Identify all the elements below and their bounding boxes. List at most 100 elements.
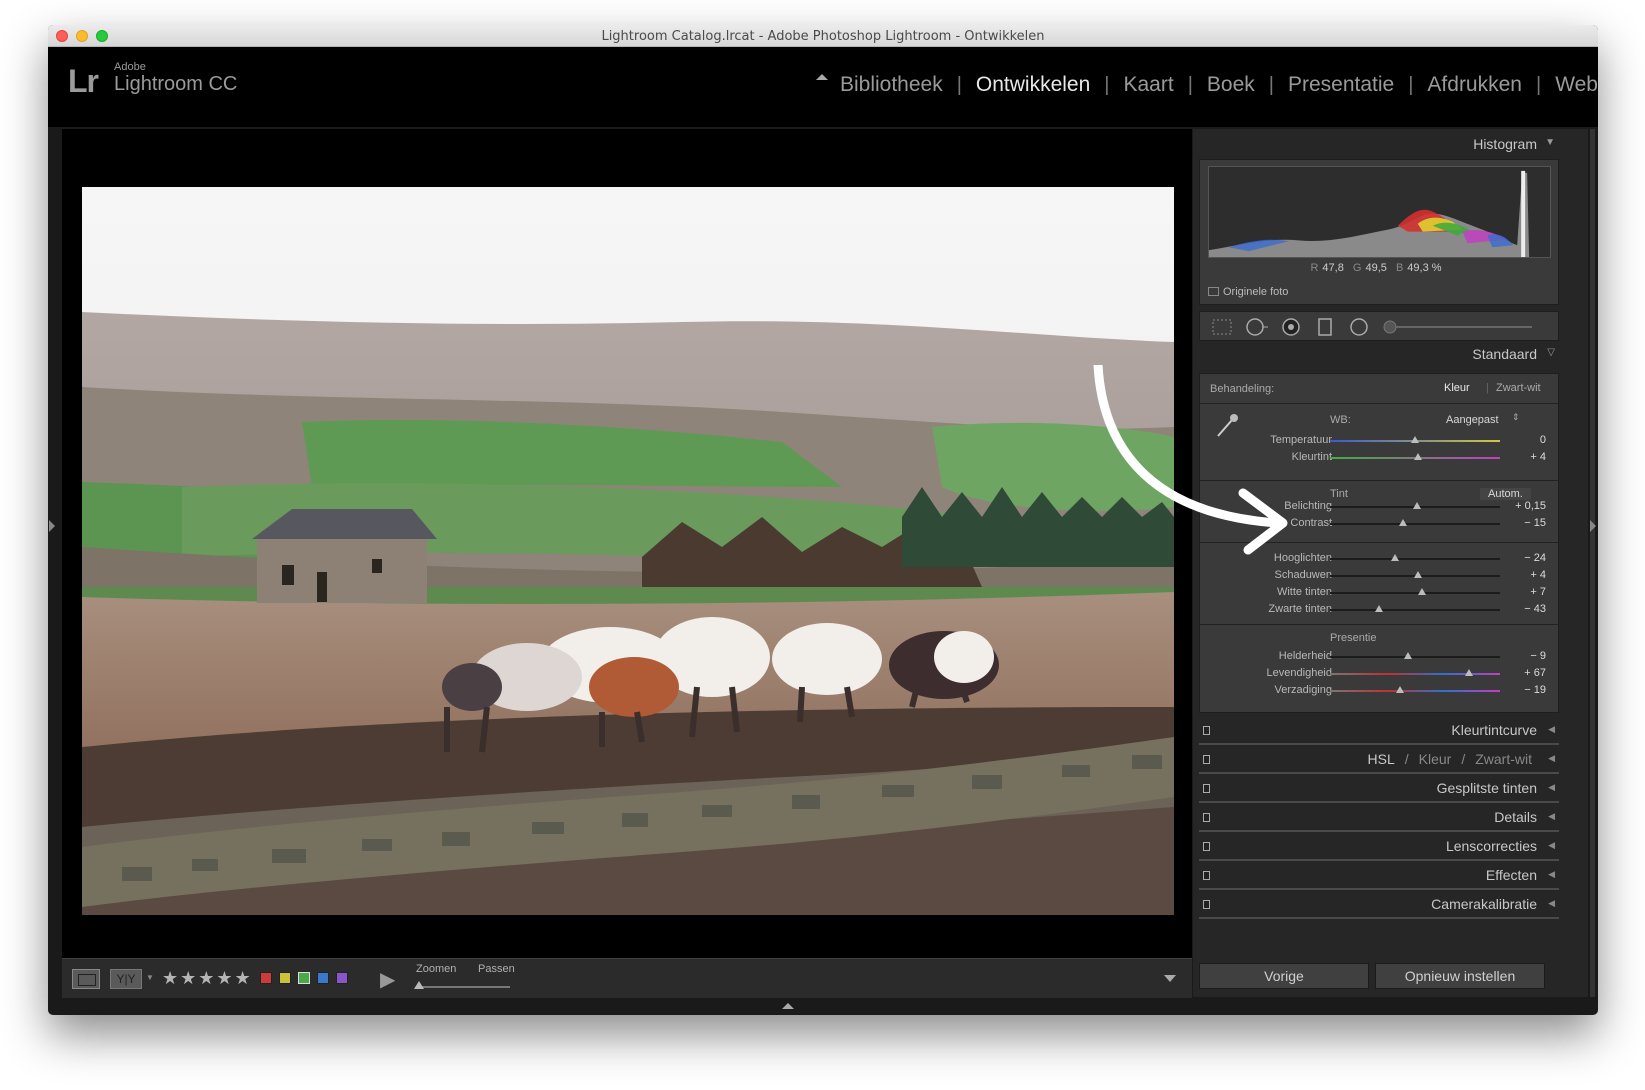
chevron-down-icon[interactable]: ▼ <box>146 973 154 982</box>
panel-switch-icon[interactable] <box>1203 755 1210 764</box>
slider-thumb[interactable] <box>1399 519 1408 526</box>
expand-triangle-icon: ◀ <box>1548 811 1555 821</box>
module-presentatie[interactable]: Presentatie <box>1288 73 1394 97</box>
adjustment-brush-icon[interactable] <box>1382 317 1542 337</box>
crop-overlay-icon[interactable] <box>1210 317 1234 337</box>
play-icon[interactable]: ▶ <box>380 967 395 992</box>
treatment-bw-option[interactable]: Zwart-wit <box>1496 382 1541 394</box>
slider-value[interactable]: + 4 <box>1530 569 1546 581</box>
panel-kleurtintcurve[interactable]: Kleurtintcurve ◀ <box>1199 717 1559 745</box>
expand-triangle-icon: ◀ <box>1548 753 1555 763</box>
slider-helderheid[interactable]: Helderheid − 9 <box>1200 648 1558 666</box>
slider-thumb[interactable] <box>1465 669 1474 676</box>
module-boek[interactable]: Boek <box>1207 73 1255 97</box>
collapse-top-panel-icon[interactable] <box>816 74 828 80</box>
module-ontwikkelen[interactable]: Ontwikkelen <box>976 73 1090 97</box>
photo-preview[interactable] <box>82 187 1174 915</box>
image-canvas <box>62 129 1192 997</box>
panel-details[interactable]: Details ◀ <box>1199 804 1559 832</box>
slider-thumb[interactable] <box>1414 453 1423 460</box>
zoom-slider-thumb[interactable] <box>414 981 424 989</box>
fit-label[interactable]: Passen <box>478 963 515 975</box>
zoom-label[interactable]: Zoomen <box>416 963 456 975</box>
zoom-slider[interactable] <box>418 986 510 988</box>
brand-product-name: Lightroom CC <box>114 73 238 95</box>
slider-track[interactable] <box>1330 673 1500 675</box>
wb-preset-select[interactable]: Aangepast <box>1446 414 1499 426</box>
module-afdrukken[interactable]: Afdrukken <box>1427 73 1522 97</box>
slider-levendigheid[interactable]: Levendigheid + 67 <box>1200 665 1558 683</box>
treatment-color-option[interactable]: Kleur <box>1444 382 1470 394</box>
slider-schaduwen[interactable]: Schaduwen + 4 <box>1200 567 1558 585</box>
slider-value[interactable]: − 9 <box>1530 650 1546 662</box>
rgb-readout: R 47,8 G 49,5 B 49,3 % <box>1310 262 1442 274</box>
panel-switch-icon[interactable] <box>1203 842 1210 851</box>
slider-track[interactable] <box>1330 592 1500 594</box>
expand-triangle-icon: ◀ <box>1548 724 1555 734</box>
panel-switch-icon[interactable] <box>1203 784 1210 793</box>
slider-value[interactable]: + 7 <box>1530 586 1546 598</box>
slider-thumb[interactable] <box>1411 436 1419 443</box>
slider-thumb[interactable] <box>1404 652 1413 659</box>
slider-thumb[interactable] <box>1375 605 1384 612</box>
color-label-yellow[interactable] <box>279 972 291 984</box>
lightroom-window: Lightroom Catalog.lrcat - Adobe Photosho… <box>48 25 1598 1015</box>
panel-gesplitste-tinten[interactable]: Gesplitste tinten ◀ <box>1199 775 1559 803</box>
panel-lenscorrecties[interactable]: Lenscorrecties ◀ <box>1199 833 1559 861</box>
slider-value[interactable]: − 43 <box>1524 603 1546 615</box>
slider-zwarte-tinten[interactable]: Zwarte tinten − 43 <box>1200 601 1558 619</box>
slider-value[interactable]: + 67 <box>1524 667 1546 679</box>
right-panel-toggle-icon[interactable] <box>1590 520 1596 532</box>
before-after-button[interactable]: Y|Y <box>110 969 142 989</box>
slider-track[interactable] <box>1330 609 1500 611</box>
spot-removal-icon[interactable] <box>1244 317 1270 337</box>
slider-value[interactable]: − 15 <box>1524 517 1546 529</box>
slider-value[interactable]: + 0,15 <box>1515 500 1546 512</box>
color-label-purple[interactable] <box>336 972 348 984</box>
slider-witte-tinten[interactable]: Witte tinten + 7 <box>1200 584 1558 602</box>
collapse-bottom-panel-icon[interactable] <box>782 1003 794 1009</box>
toolbar-content-dropdown-icon[interactable] <box>1164 975 1176 982</box>
slider-verzadiging[interactable]: Verzadiging − 19 <box>1200 682 1558 700</box>
slider-track[interactable] <box>1330 558 1500 560</box>
slider-track[interactable] <box>1330 656 1500 658</box>
slider-value[interactable]: − 24 <box>1524 552 1546 564</box>
slider-track[interactable] <box>1330 523 1500 525</box>
panel-switch-icon[interactable] <box>1203 900 1210 909</box>
module-bibliotheek[interactable]: Bibliotheek <box>840 73 943 97</box>
basic-panel-header[interactable]: Standaard ▽ <box>1199 341 1559 367</box>
star-rating[interactable]: ★★★★★ <box>162 968 253 989</box>
module-kaart[interactable]: Kaart <box>1124 73 1174 97</box>
module-header: Lr Adobe Lightroom CC Bibliotheek | Ontwik… <box>48 47 1598 127</box>
panel-switch-icon[interactable] <box>1203 726 1210 735</box>
panel-camerakalibratie[interactable]: Camerakalibratie ◀ <box>1199 891 1559 919</box>
slider-value[interactable]: − 19 <box>1524 684 1546 696</box>
histogram-graph[interactable] <box>1208 166 1551 258</box>
radial-filter-icon[interactable] <box>1348 317 1370 337</box>
loupe-view-button[interactable] <box>72 969 100 989</box>
slider-thumb[interactable] <box>1414 571 1423 578</box>
red-eye-icon[interactable] <box>1280 317 1302 337</box>
histogram-header[interactable]: Histogram ▼ <box>1199 131 1559 157</box>
panel-effecten[interactable]: Effecten ◀ <box>1199 862 1559 890</box>
left-panel-toggle-icon[interactable] <box>49 520 55 532</box>
right-panel-scrollbar[interactable] <box>1590 129 1595 997</box>
panel-switch-icon[interactable] <box>1203 813 1210 822</box>
reset-button[interactable]: Opnieuw instellen <box>1375 963 1545 989</box>
original-photo-checkbox[interactable]: Originele foto <box>1208 286 1288 298</box>
slider-thumb[interactable] <box>1412 502 1421 509</box>
module-web[interactable]: Web <box>1555 73 1598 97</box>
slider-thumb[interactable] <box>1390 554 1399 561</box>
color-label-blue[interactable] <box>317 972 329 984</box>
slider-value[interactable]: + 4 <box>1530 451 1546 463</box>
panel-switch-icon[interactable] <box>1203 871 1210 880</box>
slider-thumb[interactable] <box>1417 588 1426 595</box>
graduated-filter-icon[interactable] <box>1316 317 1334 337</box>
previous-button[interactable]: Vorige <box>1199 963 1369 989</box>
color-label-green[interactable] <box>298 972 310 984</box>
slider-thumb[interactable] <box>1395 686 1404 693</box>
panel-hsl[interactable]: HSL / Kleur / Zwart-wit ◀ <box>1199 746 1559 774</box>
slider-value[interactable]: 0 <box>1540 434 1546 446</box>
color-label-red[interactable] <box>260 972 272 984</box>
slider-track[interactable] <box>1330 690 1500 692</box>
